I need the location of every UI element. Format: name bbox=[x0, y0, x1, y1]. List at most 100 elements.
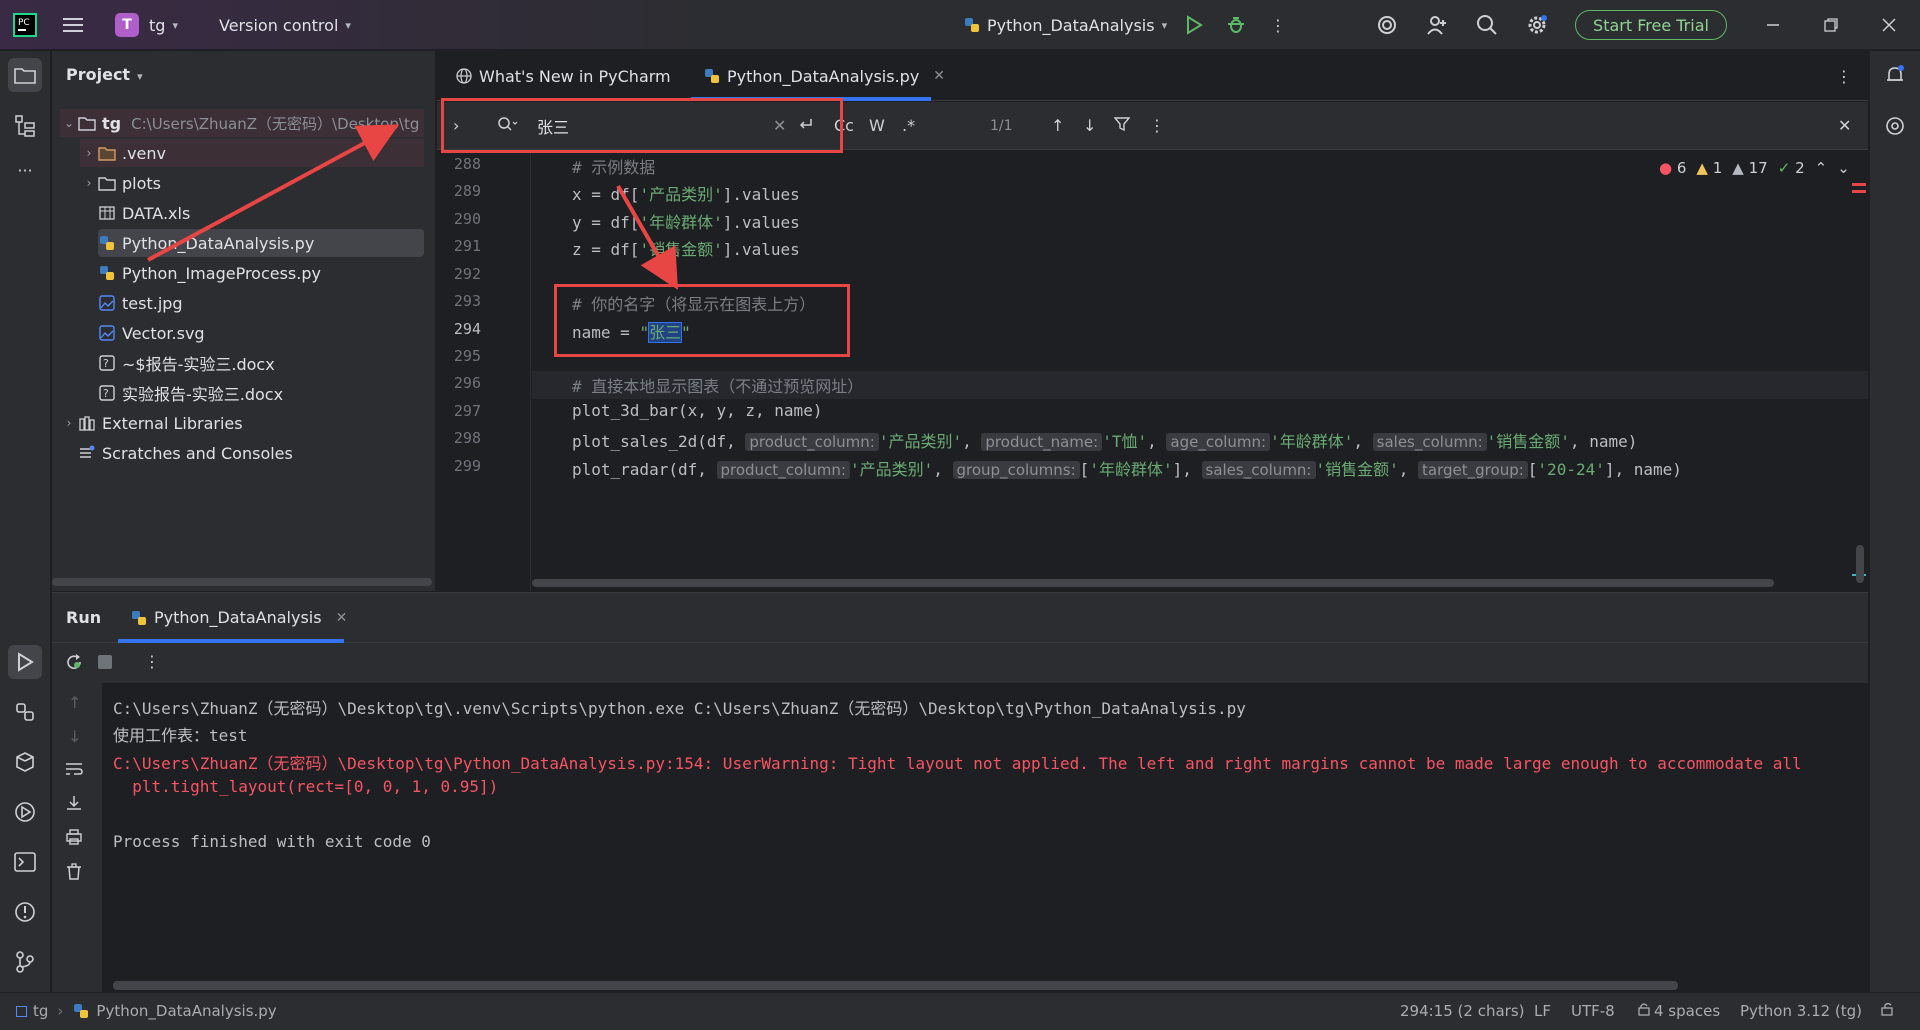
main-menu-icon[interactable] bbox=[60, 12, 86, 38]
start-free-trial-button[interactable]: Start Free Trial bbox=[1575, 10, 1727, 40]
structure-icon[interactable] bbox=[8, 109, 42, 143]
code-line-291[interactable]: z = df['销售金额'].values bbox=[572, 236, 800, 260]
expand-arrow-icon[interactable]: › bbox=[80, 146, 98, 160]
run-more-icon[interactable]: ⋮ bbox=[144, 652, 160, 671]
project-folder-icon[interactable] bbox=[8, 58, 42, 92]
indent-setting[interactable]: 4 spaces bbox=[1638, 1002, 1720, 1020]
project-switcher[interactable]: T tg ▾ bbox=[115, 0, 178, 50]
code-line-289[interactable]: x = df['产品类别'].values bbox=[572, 181, 800, 205]
stop-icon[interactable] bbox=[98, 655, 112, 669]
project-panel-title[interactable]: Project ▾ bbox=[66, 65, 143, 84]
filter-icon[interactable] bbox=[1113, 116, 1131, 136]
more-tools-icon[interactable]: ··· bbox=[8, 153, 42, 187]
expand-arrow-icon[interactable]: ⌄ bbox=[60, 116, 78, 130]
tree-item-scratches[interactable]: Scratches and Consoles bbox=[78, 439, 424, 467]
ai-assistant-icon[interactable] bbox=[1374, 12, 1400, 38]
notifications-bell-icon[interactable] bbox=[1878, 58, 1912, 92]
code-line-296[interactable]: # 直接本地显示图表（不通过预览网址） bbox=[572, 373, 863, 397]
check-icon: ✓ bbox=[1777, 159, 1791, 177]
add-user-icon[interactable] bbox=[1424, 12, 1450, 38]
line-number: 298 bbox=[453, 429, 481, 447]
services-icon[interactable] bbox=[8, 795, 42, 829]
code-line-288[interactable]: # 示例数据 bbox=[572, 154, 655, 178]
up-arrow-icon[interactable]: ↑ bbox=[68, 693, 81, 712]
tree-item-temp-docx[interactable]: ? ~$报告-实验三.docx bbox=[98, 349, 424, 377]
debug-icon[interactable] bbox=[1223, 12, 1249, 38]
git-icon[interactable] bbox=[8, 945, 42, 979]
line-separator[interactable]: LF bbox=[1534, 1002, 1551, 1020]
run-config-selector[interactable]: Python_DataAnalysis ▾ bbox=[963, 0, 1167, 50]
previous-highlight-icon[interactable]: ⌃ bbox=[1815, 159, 1828, 177]
problems-icon[interactable] bbox=[8, 895, 42, 929]
search-icon[interactable] bbox=[1474, 12, 1500, 38]
tree-item-external-libraries[interactable]: › External Libraries bbox=[60, 409, 424, 437]
code-line-297[interactable]: plot_3d_bar(x, y, z, name) bbox=[572, 401, 822, 420]
error-stripe-mark[interactable] bbox=[1852, 190, 1866, 193]
tab-options-icon[interactable]: ⋮ bbox=[1836, 51, 1852, 101]
expand-arrow-icon[interactable]: › bbox=[80, 176, 98, 190]
expand-arrow-icon[interactable]: › bbox=[60, 416, 78, 430]
tree-item-vector-svg[interactable]: Vector.svg bbox=[98, 319, 424, 347]
vertical-scrollbar[interactable] bbox=[1856, 545, 1864, 583]
breadcrumb-file[interactable]: Python_DataAnalysis.py bbox=[96, 1002, 276, 1020]
rerun-icon[interactable] bbox=[65, 653, 83, 675]
code-line-298[interactable]: plot_sales_2d(df, product_column: '产品类别',… bbox=[572, 428, 1637, 452]
console-line: 使用工作表：test bbox=[113, 726, 248, 745]
tree-item-report-docx[interactable]: ? 实验报告-实验三.docx bbox=[98, 379, 424, 407]
run-tool-icon[interactable] bbox=[8, 645, 42, 679]
read-only-lock-icon[interactable] bbox=[1881, 1002, 1895, 1020]
regex-toggle[interactable]: .* bbox=[902, 116, 915, 135]
file-encoding[interactable]: UTF-8 bbox=[1571, 1002, 1615, 1020]
code-line-290[interactable]: y = df['年龄群体'].values bbox=[572, 209, 800, 233]
code-line-299[interactable]: plot_radar(df, product_column: '产品类别', gr… bbox=[572, 456, 1682, 480]
soft-wrap-icon[interactable] bbox=[65, 761, 83, 781]
print-icon[interactable] bbox=[65, 829, 83, 849]
run-tab-python-dataanalysis[interactable]: Python_DataAnalysis ✕ bbox=[130, 608, 347, 627]
terminal-icon[interactable] bbox=[8, 845, 42, 879]
tab-python-dataanalysis[interactable]: Python_DataAnalysis.py ✕ bbox=[703, 51, 945, 101]
find-more-icon[interactable]: ⋮ bbox=[1149, 116, 1165, 135]
tab-whats-new[interactable]: What's New in PyCharm bbox=[455, 51, 671, 101]
caret-position[interactable]: 294:15 (2 chars) bbox=[1400, 1002, 1524, 1020]
breadcrumb-root[interactable]: tg bbox=[33, 1002, 48, 1020]
param-hint: group_columns: bbox=[952, 461, 1080, 479]
python-packages-icon[interactable] bbox=[8, 745, 42, 779]
console-error-line[interactable]: C:\Users\ZhuanZ（无密码）\Desktop\tg\Python_D… bbox=[113, 750, 1802, 774]
more-actions-icon[interactable]: ⋮ bbox=[1265, 12, 1291, 38]
settings-gear-icon[interactable] bbox=[1524, 12, 1550, 38]
tree-item-venv[interactable]: › .venv bbox=[80, 139, 424, 167]
python-console-icon[interactable] bbox=[8, 695, 42, 729]
tree-item-plots[interactable]: › plots bbox=[80, 169, 424, 197]
close-window-icon[interactable] bbox=[1876, 12, 1902, 38]
minimize-icon[interactable] bbox=[1760, 12, 1786, 38]
python-interpreter[interactable]: Python 3.12 (tg) bbox=[1740, 1002, 1862, 1020]
whole-words-toggle[interactable]: W bbox=[869, 116, 885, 135]
down-arrow-icon[interactable]: ↓ bbox=[68, 727, 81, 746]
close-find-icon[interactable]: ✕ bbox=[1838, 116, 1851, 135]
close-tab-icon[interactable]: ✕ bbox=[933, 68, 945, 84]
tree-item-data-xls[interactable]: DATA.xls bbox=[98, 199, 424, 227]
tree-item-python-dataanalysis[interactable]: Python_DataAnalysis.py bbox=[98, 229, 424, 257]
tree-item-python-imageprocess[interactable]: Python_ImageProcess.py bbox=[98, 259, 424, 287]
ai-chat-icon[interactable] bbox=[1878, 109, 1912, 143]
unknown-file-icon: ? bbox=[98, 384, 116, 402]
trash-icon[interactable] bbox=[65, 863, 83, 885]
console-horizontal-scrollbar[interactable] bbox=[113, 981, 1678, 990]
vcs-menu[interactable]: Version control ▾ bbox=[219, 0, 351, 50]
run-icon[interactable] bbox=[1181, 12, 1207, 38]
close-run-tab-icon[interactable]: ✕ bbox=[336, 610, 348, 626]
horizontal-scrollbar[interactable] bbox=[52, 578, 432, 586]
library-icon bbox=[78, 414, 96, 432]
editor-horizontal-scrollbar[interactable] bbox=[532, 579, 1774, 587]
next-highlight-icon[interactable]: ⌄ bbox=[1837, 159, 1850, 177]
scroll-to-end-icon[interactable] bbox=[65, 795, 83, 815]
inspection-widget[interactable]: ● 6 ▲ 1 ▲ 17 ✓ 2 ⌃ ⌄ bbox=[1659, 159, 1850, 177]
restore-icon[interactable] bbox=[1818, 12, 1844, 38]
next-occurrence-icon[interactable]: ↓ bbox=[1083, 116, 1096, 135]
match-count: 1/1 bbox=[990, 118, 1013, 134]
tree-root-label: tg bbox=[102, 113, 122, 133]
tree-root-tg[interactable]: ⌄ tg C:\Users\ZhuanZ（无密码）\Desktop\tg bbox=[60, 109, 424, 137]
tree-item-test-jpg[interactable]: test.jpg bbox=[98, 289, 424, 317]
previous-occurrence-icon[interactable]: ↑ bbox=[1051, 116, 1064, 135]
error-stripe-mark[interactable] bbox=[1852, 183, 1866, 186]
